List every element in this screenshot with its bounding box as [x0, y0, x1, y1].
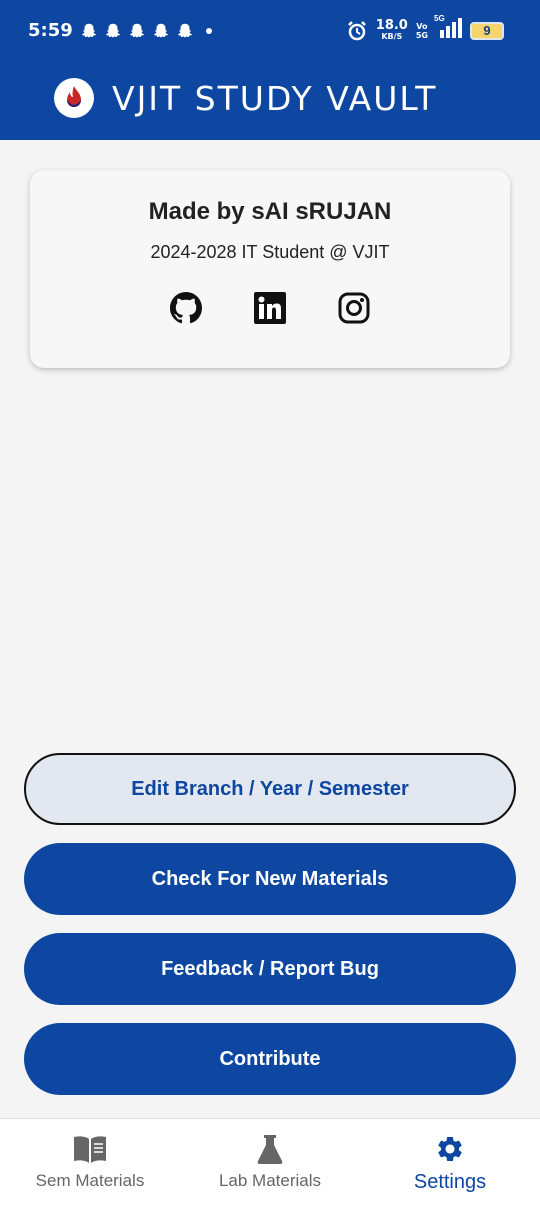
instagram-icon [338, 292, 370, 324]
gear-icon [438, 1137, 462, 1161]
battery-icon: 9 [470, 21, 504, 40]
nav-sem-materials[interactable]: Sem Materials [0, 1119, 180, 1206]
linkedin-link[interactable] [254, 292, 286, 324]
check-materials-button[interactable]: Check For New Materials [24, 843, 516, 915]
signal-indicator: 5G [434, 14, 462, 43]
nav-label: Lab Materials [218, 1171, 322, 1190]
status-right: 18.0 KB/S Vo 5G 5G 9 [346, 14, 504, 43]
app-title: VJIT STUDY VAULT [112, 78, 438, 118]
status-time: 5:59 [28, 20, 73, 41]
github-icon [170, 292, 202, 324]
flame-icon [67, 86, 81, 107]
instagram-link[interactable] [338, 292, 370, 324]
contribute-button[interactable]: Contribute [24, 1023, 516, 1095]
profile-card: Made by sAI sRUJAN 2024-2028 IT Student … [30, 170, 510, 368]
student-subtitle: 2024-2028 IT Student @ VJIT [150, 242, 390, 262]
status-bar: 5:59 18.0 KB/S Vo 5G 5G 9 [0, 0, 540, 62]
linkedin-icon [254, 292, 286, 324]
bottom-navigation: Sem Materials Lab Materials Settings [0, 1118, 540, 1206]
nav-settings[interactable]: Settings [360, 1119, 540, 1206]
book-icon [74, 1136, 106, 1163]
flask-icon [257, 1135, 283, 1164]
nav-lab-materials[interactable]: Lab Materials [180, 1119, 360, 1206]
notification-icons [80, 22, 212, 40]
snapchat-icon [153, 23, 169, 38]
snapchat-icon [177, 23, 193, 38]
snapchat-icon [81, 23, 97, 38]
feedback-button[interactable]: Feedback / Report Bug [24, 933, 516, 1005]
nav-label: Sem Materials [35, 1171, 145, 1190]
net-speed: 18.0 KB/S [375, 17, 408, 41]
brand: VJIT STUDY VAULT [54, 78, 437, 118]
edit-branch-button[interactable]: Edit Branch / Year / Semester [24, 753, 516, 825]
nav-label: Settings [413, 1171, 487, 1193]
social-links [30, 292, 510, 324]
more-notifications-dot [206, 28, 212, 34]
alarm-icon [347, 20, 366, 40]
vjit-logo [54, 78, 94, 118]
github-link[interactable] [170, 292, 202, 324]
app-header: 5:59 18.0 KB/S Vo 5G 5G 9 VJIT STUDY VAU… [0, 0, 540, 140]
volte-indicator: Vo 5G [415, 21, 428, 40]
snapchat-icon [129, 23, 145, 38]
snapchat-icon [105, 23, 121, 38]
made-by-text: Made by sAI sRUJAN [148, 198, 392, 225]
